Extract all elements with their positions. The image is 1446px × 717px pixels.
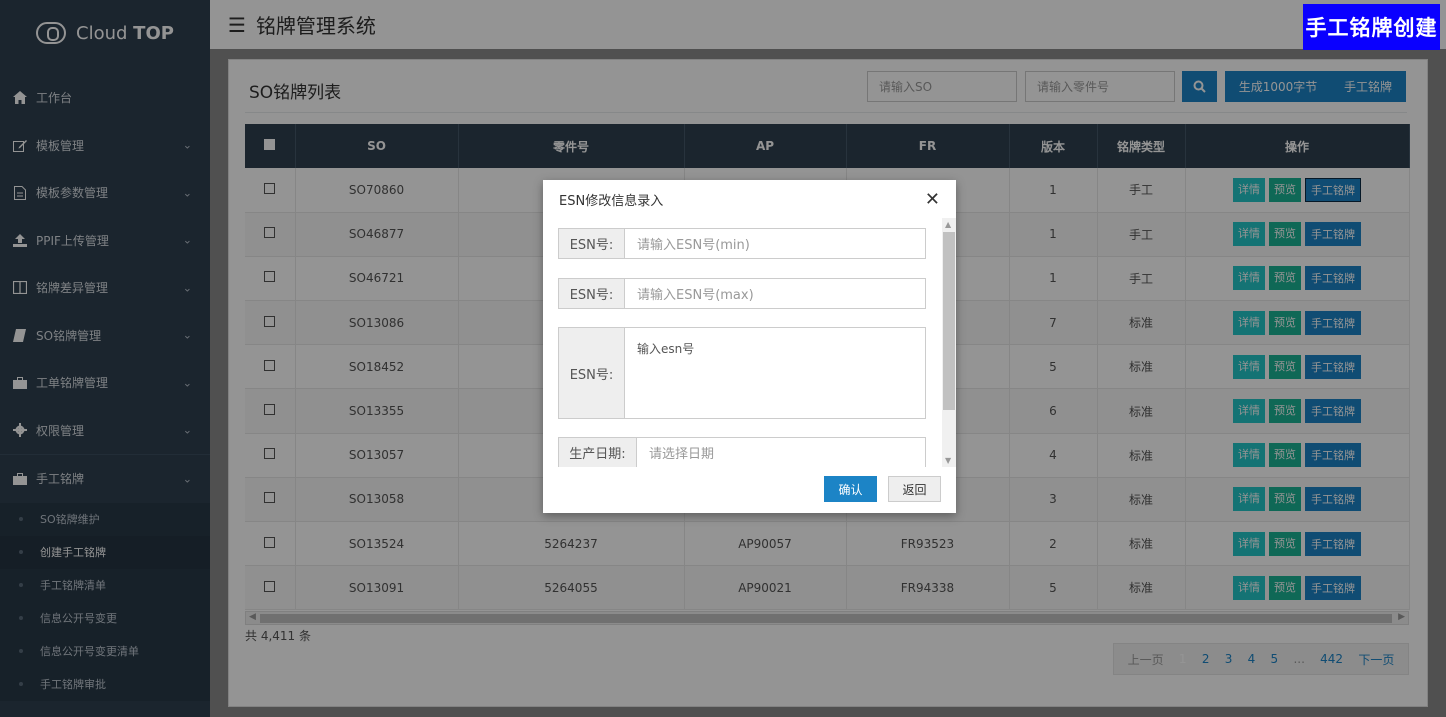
esn-max-group: ESN号: 请输入ESN号(max) (558, 278, 926, 309)
production-date-group: 生产日期: 请选择日期 (558, 437, 926, 467)
esn-min-group: ESN号: 请输入ESN号(min) (558, 228, 926, 259)
esn-list-textarea[interactable]: 输入esn号 (625, 328, 925, 418)
production-date-input[interactable]: 请选择日期 (637, 438, 925, 467)
modal-scrollbar[interactable]: ▲ ▼ (942, 218, 956, 467)
esn-modal: ESN修改信息录入 ✕ ESN号: 请输入ESN号(min) ESN号: 请输入… (543, 180, 956, 513)
esn-list-group: ESN号: 输入esn号 (558, 327, 926, 419)
esn-min-input[interactable]: 请输入ESN号(min) (625, 229, 925, 258)
confirm-button[interactable]: 确认 (824, 476, 877, 502)
modal-footer: 确认 返回 (543, 467, 956, 513)
modal-header: ESN修改信息录入 ✕ (543, 180, 956, 218)
back-button[interactable]: 返回 (888, 476, 941, 502)
esn-max-label: ESN号: (559, 279, 625, 308)
modal-scrollbar-thumb[interactable] (943, 232, 955, 410)
esn-min-label: ESN号: (559, 229, 625, 258)
production-date-label: 生产日期: (559, 438, 637, 467)
modal-body: ESN号: 请输入ESN号(min) ESN号: 请输入ESN号(max) ES… (543, 218, 956, 467)
scroll-down-icon[interactable]: ▼ (945, 456, 951, 465)
esn-max-input[interactable]: 请输入ESN号(max) (625, 279, 925, 308)
scroll-up-icon[interactable]: ▲ (945, 220, 951, 229)
esn-list-label: ESN号: (559, 328, 625, 418)
modal-title: ESN修改信息录入 (559, 193, 664, 209)
create-manual-nameplate-button[interactable]: 手工铭牌创建 (1303, 4, 1440, 50)
close-icon[interactable]: ✕ (925, 189, 940, 210)
